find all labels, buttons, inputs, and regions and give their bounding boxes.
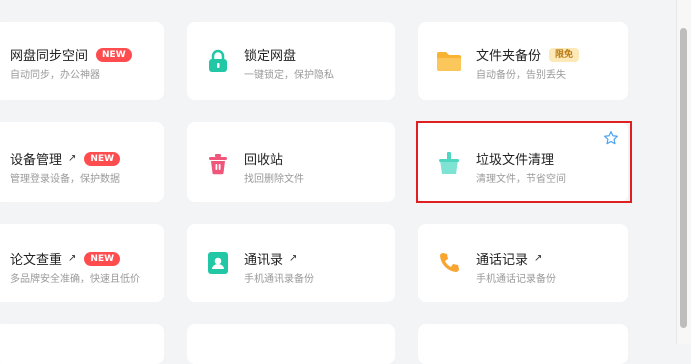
card-title: 回收站 (244, 153, 284, 168)
card-title-row: 论文查重 ↗ NEW (10, 249, 121, 268)
card-title: 垃圾文件清理 (476, 153, 555, 168)
card-call-log[interactable]: 通话记录 ↗ 手机通话记录备份 (418, 224, 628, 302)
card-contacts[interactable]: 通讯录 ↗ 手机通讯录备份 (187, 224, 395, 302)
card-desc: 清理文件，节省空间 (476, 174, 566, 185)
contacts-icon (205, 250, 231, 276)
card-title: 论文查重 (10, 253, 63, 268)
new-badge: NEW (84, 151, 121, 166)
card-title: 锁定网盘 (244, 49, 297, 64)
card-title-row: 通讯录 ↗ (244, 249, 297, 268)
card-desc: 一键锁定，保护隐私 (244, 70, 334, 81)
card-paper-check[interactable]: 论文查重 ↗ NEW 多品牌安全准确，快速且低价 (0, 224, 164, 302)
phone-icon (436, 250, 462, 276)
card-device-manage[interactable]: 设备管理 ↗ NEW 管理登录设备，保护数据 (0, 122, 164, 202)
card-title: 通话记录 (476, 253, 529, 268)
card-lock-drive[interactable]: 锁定网盘 一键锁定，保护隐私 (187, 22, 395, 100)
card-title-row: 垃圾文件清理 (476, 149, 554, 168)
external-link-icon: ↗ (289, 253, 298, 264)
external-link-icon: ↗ (68, 253, 77, 264)
card-desc: 自动同步，办公神器 (10, 70, 100, 81)
card-desc: 自动备份，告别丢失 (476, 70, 566, 81)
recycle-bin-icon (205, 150, 231, 176)
cleanup-icon (436, 150, 462, 176)
card-desc: 管理登录设备，保护数据 (10, 174, 120, 185)
new-badge: NEW (84, 251, 121, 266)
card-recycle-bin[interactable]: 回收站 找回删除文件 (187, 122, 395, 202)
card-junk-cleanup[interactable]: 垃圾文件清理 清理文件，节省空间 (418, 122, 628, 202)
card-partial-1[interactable] (0, 324, 164, 364)
card-title: 通讯录 (244, 253, 284, 268)
card-title-row: 通话记录 ↗ (476, 249, 542, 268)
card-desc: 手机通讯录备份 (244, 274, 314, 285)
card-desc: 手机通话记录备份 (476, 274, 556, 285)
card-desc: 找回删除文件 (244, 174, 304, 185)
card-partial-2[interactable] (187, 324, 395, 364)
card-sync-space[interactable]: 网盘同步空间 NEW 自动同步，办公神器 (0, 22, 164, 100)
external-link-icon: ↗ (68, 153, 77, 164)
free-badge: 限免 (549, 47, 580, 62)
card-title: 文件夹备份 (476, 49, 542, 64)
external-link-icon: ↗ (534, 253, 543, 264)
scrollbar-thumb[interactable] (680, 28, 687, 328)
card-title: 网盘同步空间 (10, 49, 89, 64)
card-title: 设备管理 (10, 153, 63, 168)
card-title-row: 设备管理 ↗ NEW (10, 149, 121, 168)
lock-icon (205, 48, 231, 74)
card-partial-3[interactable] (418, 324, 628, 364)
folder-icon (436, 48, 462, 74)
card-title-row: 文件夹备份 限免 (476, 45, 580, 64)
card-title-row: 锁定网盘 (244, 45, 296, 64)
favorite-star-icon[interactable] (603, 130, 619, 146)
card-title-row: 回收站 (244, 149, 283, 168)
card-folder-backup[interactable]: 文件夹备份 限免 自动备份，告别丢失 (418, 22, 628, 100)
card-title-row: 网盘同步空间 NEW (10, 45, 132, 64)
tools-grid: 网盘同步空间 NEW 自动同步，办公神器 锁定网盘 一键锁定，保护隐私 文件夹备… (0, 0, 691, 364)
card-desc: 多品牌安全准确，快速且低价 (10, 274, 140, 285)
new-badge: NEW (96, 47, 132, 62)
